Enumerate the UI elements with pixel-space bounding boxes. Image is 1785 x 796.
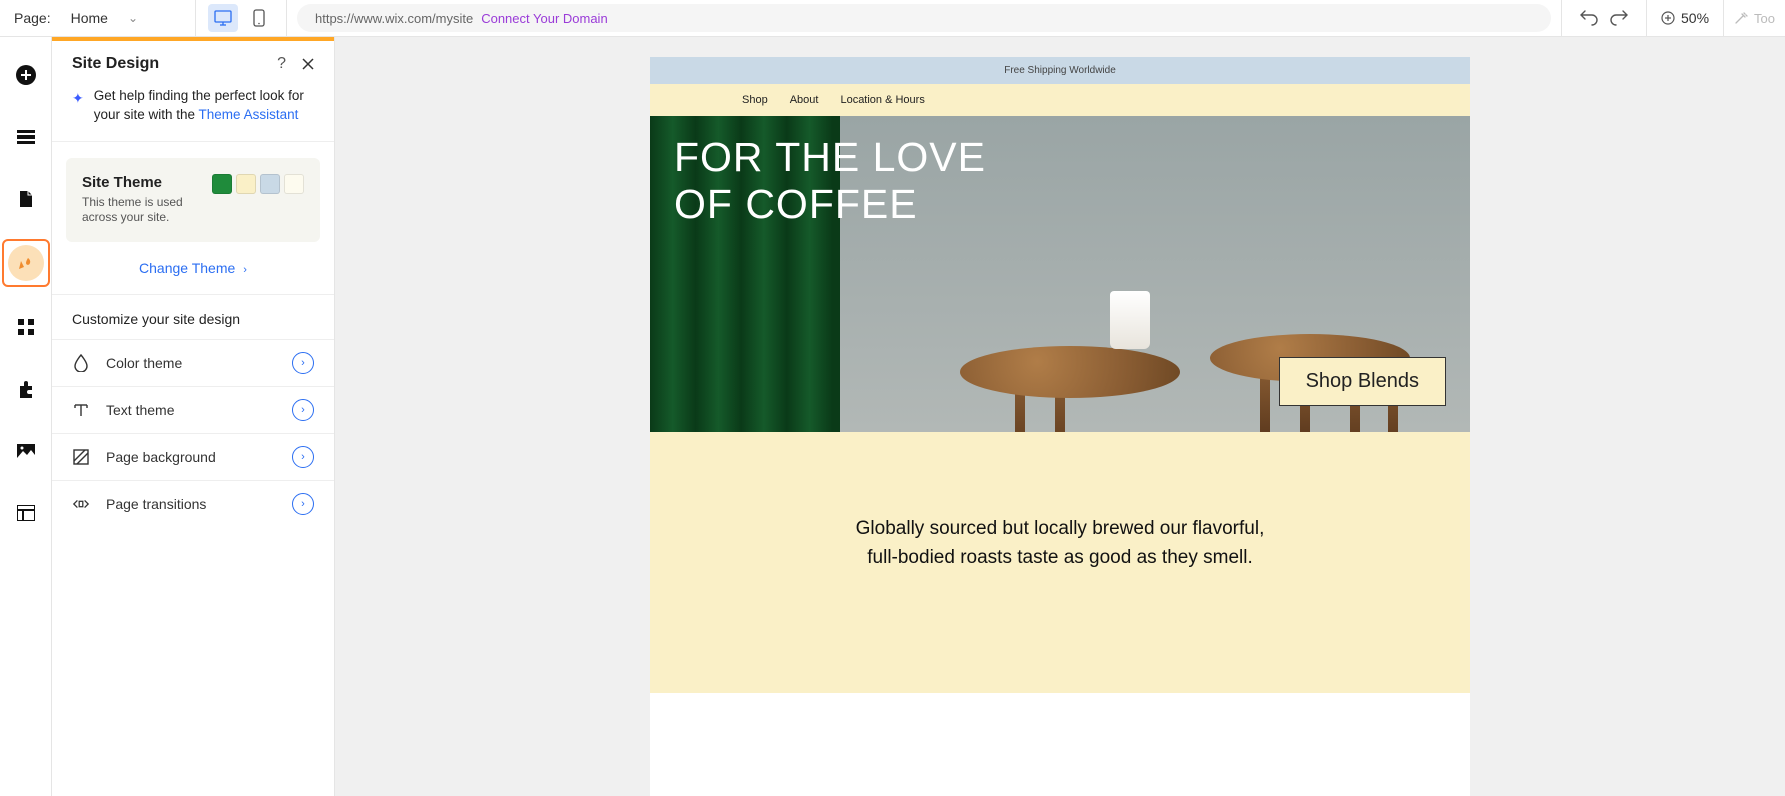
option-label: Text theme: [106, 402, 174, 418]
hero-heading: FOR THE LOVEOF COFFEE: [674, 134, 986, 228]
site-design-button[interactable]: [8, 245, 44, 281]
hero-cup: [1110, 291, 1150, 349]
swatch-3: [260, 174, 280, 194]
chevron-down-icon: ⌄: [128, 11, 138, 25]
announcement-bar: Free Shipping Worldwide: [650, 57, 1470, 84]
sparkle-icon: ✦: [72, 89, 84, 125]
left-rail: [0, 37, 52, 796]
undo-button[interactable]: [1580, 10, 1598, 26]
page-value: Home: [71, 10, 108, 26]
site-preview[interactable]: Free Shipping Worldwide Shop About Locat…: [650, 57, 1470, 796]
site-design-panel: Site Design ? ✦ Get help finding the per…: [52, 37, 335, 796]
option-label: Color theme: [106, 355, 182, 371]
page-label: Page:: [14, 10, 51, 26]
zoom-control[interactable]: 50%: [1647, 0, 1723, 36]
pages-button[interactable]: [8, 181, 44, 217]
hero-section: FOR THE LOVEOF COFFEE Shop Blends: [650, 116, 1470, 432]
color-theme-row[interactable]: Color theme ›: [52, 339, 334, 386]
droplet-icon: [72, 354, 90, 372]
editor-canvas[interactable]: Free Shipping Worldwide Shop About Locat…: [335, 37, 1785, 796]
help-button[interactable]: ?: [277, 55, 286, 73]
chevron-right-icon: ›: [292, 399, 314, 421]
site-theme-desc: This theme is used across your site.: [82, 195, 200, 226]
chevron-right-icon: ›: [292, 446, 314, 468]
option-label: Page background: [106, 449, 216, 465]
text-icon: [72, 401, 90, 419]
sections-button[interactable]: [8, 119, 44, 155]
text-theme-row[interactable]: Text theme ›: [52, 386, 334, 433]
history-controls: [1562, 0, 1646, 36]
page-transitions-row[interactable]: Page transitions ›: [52, 480, 334, 527]
option-label: Page transitions: [106, 496, 206, 512]
media-button[interactable]: [8, 433, 44, 469]
shop-blends-button[interactable]: Shop Blends: [1279, 357, 1446, 406]
site-theme-title: Site Theme: [82, 174, 200, 191]
swatch-2: [236, 174, 256, 194]
nav-link-about[interactable]: About: [790, 94, 819, 106]
site-nav: Shop About Location & Hours: [650, 84, 1470, 116]
zoom-icon: [1661, 11, 1675, 25]
tools-button[interactable]: Too: [1724, 0, 1785, 36]
change-theme-link[interactable]: Change Theme›: [139, 260, 247, 276]
theme-assistant-hint: ✦ Get help finding the perfect look for …: [52, 87, 334, 142]
wand-icon: [1734, 11, 1748, 25]
nav-link-location[interactable]: Location & Hours: [840, 94, 924, 106]
background-icon: [72, 448, 90, 466]
swatch-1: [212, 174, 232, 194]
connect-domain-link[interactable]: Connect Your Domain: [481, 11, 607, 26]
chevron-right-icon: ›: [243, 264, 247, 276]
plugins-button[interactable]: [8, 371, 44, 407]
chevron-right-icon: ›: [292, 352, 314, 374]
mobile-view-button[interactable]: [244, 4, 274, 32]
url-bar[interactable]: https://www.wix.com/mysite Connect Your …: [297, 4, 1551, 32]
tagline-section: Globally sourced but locally brewed our …: [650, 432, 1470, 693]
top-toolbar: Page: Home ⌄ https://www.wix.com/mysite …: [0, 0, 1785, 37]
theme-assistant-link[interactable]: Theme Assistant: [199, 107, 299, 122]
page-selector[interactable]: Page: Home ⌄: [0, 0, 195, 36]
add-button[interactable]: [8, 57, 44, 93]
site-theme-card: Site Theme This theme is used across you…: [66, 158, 320, 242]
desktop-view-button[interactable]: [208, 4, 238, 32]
page-background-row[interactable]: Page background ›: [52, 433, 334, 480]
theme-swatches: [212, 174, 304, 194]
panel-title: Site Design: [72, 55, 159, 73]
url-text: https://www.wix.com/mysite: [315, 11, 473, 26]
cms-button[interactable]: [8, 495, 44, 531]
nav-link-shop[interactable]: Shop: [742, 94, 768, 106]
url-area: https://www.wix.com/mysite Connect Your …: [287, 0, 1561, 36]
hero-table: [960, 346, 1180, 398]
device-switcher: [196, 0, 286, 36]
transitions-icon: [72, 495, 90, 513]
tagline-text: Globally sourced but locally brewed our …: [850, 514, 1270, 573]
close-button[interactable]: [302, 58, 314, 70]
customize-heading: Customize your site design: [52, 294, 334, 339]
apps-button[interactable]: [8, 309, 44, 345]
swatch-4: [284, 174, 304, 194]
zoom-value: 50%: [1681, 10, 1709, 26]
chevron-right-icon: ›: [292, 493, 314, 515]
redo-button[interactable]: [1610, 10, 1628, 26]
tools-label: Too: [1754, 11, 1775, 26]
